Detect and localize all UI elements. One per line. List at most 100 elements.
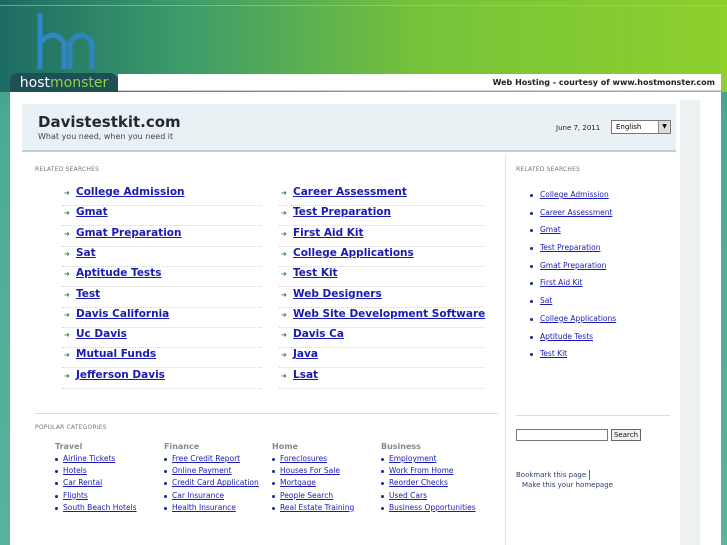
sidebar-link[interactable]: Gmat Preparation <box>530 261 616 279</box>
bookmark-label: Bookmark this page <box>516 471 587 479</box>
sidebar-link[interactable]: Career Assessment <box>530 208 616 226</box>
search-button[interactable]: Search <box>611 429 641 441</box>
keyword-link[interactable]: ➜ First Aid Kit <box>279 227 484 247</box>
arrow-icon: ➜ <box>281 249 287 258</box>
category-link[interactable]: Mortgage <box>272 477 377 489</box>
arrow-icon: ➜ <box>64 331 70 340</box>
arrow-icon: ➜ <box>281 290 287 299</box>
keyword-label: Career Assessment <box>293 186 407 198</box>
keyword-link[interactable]: ➜ Test Preparation <box>279 206 484 227</box>
language-select[interactable]: English ▼ <box>611 120 671 134</box>
arrow-icon: ➜ <box>281 209 287 218</box>
keyword-label: Jefferson Davis <box>76 368 165 381</box>
category-link[interactable]: Online Payment <box>164 465 269 477</box>
keyword-link[interactable]: ➜ Test Kit <box>279 267 484 288</box>
category-link-label: Credit Card Application <box>172 478 259 488</box>
dropdown-arrow-icon: ▼ <box>658 121 670 133</box>
bullet-icon <box>381 458 384 461</box>
keyword-link[interactable]: ➜ Sat <box>62 247 262 267</box>
category-heading: Business <box>381 442 421 451</box>
category-link[interactable]: Business Opportunities <box>381 502 486 514</box>
language-value: English <box>616 123 642 131</box>
arrow-icon: ➜ <box>281 351 287 360</box>
category-link-label: Foreclosures <box>280 454 328 463</box>
sidebar-link[interactable]: First Aid Kit <box>530 278 616 296</box>
keyword-label: Java <box>293 348 318 361</box>
sidebar-link-label: Gmat Preparation <box>540 260 607 270</box>
bullet-icon <box>530 194 533 197</box>
bullet-icon <box>164 506 167 510</box>
sidebar-link[interactable]: Sat <box>530 296 616 314</box>
bullet-icon <box>530 353 533 357</box>
keyword-link[interactable]: ➜ Davis California <box>62 308 262 328</box>
sidebar: RELATED SEARCHES College Admission Career… <box>516 154 676 545</box>
sidebar-link-label: Sat <box>540 296 553 306</box>
keyword-link[interactable]: ➜ Uc Davis <box>62 328 262 349</box>
arrow-icon: ➜ <box>64 209 70 218</box>
sidebar-link[interactable]: College Admission <box>530 190 616 208</box>
sidebar-link[interactable]: Test Preparation <box>530 243 616 261</box>
keyword-link[interactable]: ➜ Web Designers <box>279 288 484 308</box>
category-link[interactable]: Health Insurance <box>164 502 269 514</box>
homepage-link[interactable]: Make this your homepage <box>522 481 613 489</box>
keyword-link[interactable]: ➜ Test <box>62 288 262 308</box>
keyword-link[interactable]: ➜ Java <box>279 348 484 369</box>
keyword-link[interactable]: ➜ College Admission <box>62 186 262 206</box>
keyword-link[interactable]: ➜ Jefferson Davis <box>62 369 262 389</box>
category-heading: Finance <box>164 442 200 451</box>
category-link[interactable]: Used Cars <box>381 490 486 502</box>
category-link[interactable]: Reorder Checks <box>381 477 486 489</box>
category-link[interactable]: Flights <box>55 490 160 502</box>
category-link[interactable]: Car Rental <box>55 477 160 489</box>
keyword-label: Test <box>76 287 101 300</box>
hostmonster-logo[interactable]: hostmonster <box>10 5 118 93</box>
category-link[interactable]: Employment <box>381 453 486 465</box>
category-link[interactable]: Hotels <box>55 465 160 477</box>
keyword-link[interactable]: ➜ Mutual Funds <box>62 348 262 369</box>
category-link[interactable]: Credit Card Application <box>164 477 269 489</box>
category-link[interactable]: Houses For Sale <box>272 465 377 477</box>
keyword-label: First Aid Kit <box>293 226 364 239</box>
sidebar-link[interactable]: Gmat <box>530 225 616 243</box>
keyword-link[interactable]: ➜ Aptitude Tests <box>62 267 262 288</box>
sidebar-link[interactable]: Test Kit <box>530 349 616 367</box>
category-column: Home Foreclosures Houses For Sale Mortgage P… <box>272 442 377 514</box>
category-link[interactable]: Airline Tickets <box>55 453 160 465</box>
category-link[interactable]: South Beach Hotels <box>55 502 160 514</box>
main-column: RELATED SEARCHES ➜ College Admission ➜ Care… <box>22 154 506 545</box>
keyword-label: Aptitude Tests <box>76 267 162 280</box>
keyword-link[interactable]: ➜ Career Assessment <box>279 186 484 206</box>
category-link-label: Flights <box>63 490 88 500</box>
category-link[interactable]: Free Credit Report <box>164 453 269 465</box>
category-link[interactable]: Real Estate Training <box>272 502 377 514</box>
category-link[interactable]: People Search <box>272 490 377 502</box>
sidebar-divider <box>516 415 670 416</box>
keyword-link[interactable]: ➜ Davis Ca <box>279 328 484 349</box>
keyword-link[interactable]: ➜ Web Site Development Software <box>279 308 485 328</box>
category-link[interactable]: Car Insurance <box>164 490 269 502</box>
sidebar-link-label: Test Kit <box>540 349 568 359</box>
sidebar-link[interactable]: College Applications <box>530 314 616 332</box>
keyword-link[interactable]: ➜ College Applications <box>279 247 484 267</box>
keyword-label: Mutual Funds <box>76 348 157 361</box>
search-input[interactable] <box>516 429 608 441</box>
bullet-icon <box>272 470 275 474</box>
bullet-icon <box>55 494 58 498</box>
category-link-label: Employment <box>389 454 437 463</box>
category-link[interactable]: Work From Home <box>381 465 486 477</box>
arrow-icon: ➜ <box>281 270 287 279</box>
arrow-icon: ➜ <box>64 351 70 360</box>
keyword-link[interactable]: ➜ Gmat <box>62 206 262 227</box>
arrow-icon: ➜ <box>64 290 70 299</box>
bullet-icon <box>530 300 533 304</box>
category-link-label: Online Payment <box>172 466 232 476</box>
keyword-label: Test Kit <box>293 267 338 280</box>
sidebar-link[interactable]: Aptitude Tests <box>530 332 616 350</box>
category-link[interactable]: Foreclosures <box>272 453 377 465</box>
arrow-icon: ➜ <box>281 310 287 319</box>
scrollbar[interactable] <box>680 100 700 545</box>
arrow-icon: ➜ <box>64 270 70 279</box>
bookmark-link[interactable]: Bookmark this page <box>516 470 591 480</box>
keyword-link[interactable]: ➜ Gmat Preparation <box>62 227 262 247</box>
keyword-link[interactable]: ➜ Lsat <box>279 369 484 389</box>
